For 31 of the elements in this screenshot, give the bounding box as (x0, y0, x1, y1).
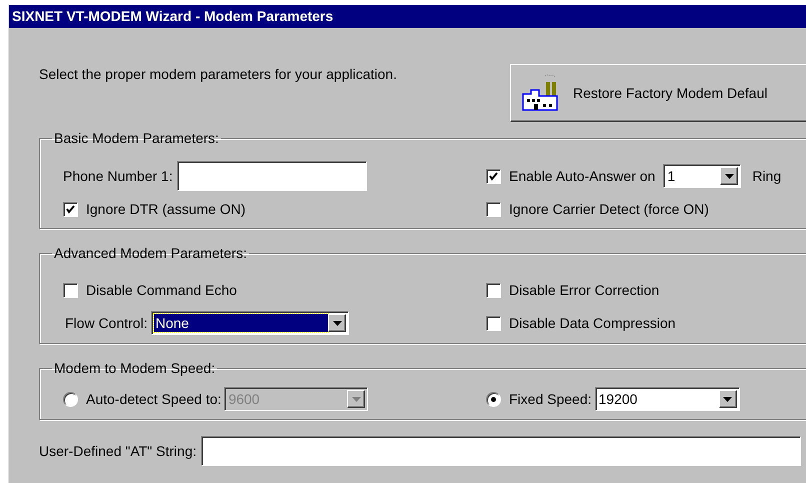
phone-number-label: Phone Number 1: (63, 166, 173, 186)
phone-number-field[interactable] (176, 161, 367, 191)
at-string-label: User-Defined "AT" String: (39, 442, 197, 461)
checkbox[interactable] (486, 316, 501, 330)
checkbox[interactable] (486, 283, 501, 298)
error-correction-label: Disable Error Correction (509, 281, 660, 300)
checkbox[interactable] (486, 202, 501, 217)
rings-dropdown[interactable]: 1 (663, 164, 742, 188)
speed-option-label: Fixed Speed: (509, 390, 592, 409)
flow-control-dropdown[interactable]: None (151, 311, 350, 335)
intro-text: Select the proper modem parameters for your application. (39, 65, 398, 84)
group-title: Basic Modem Parameters: (53, 129, 220, 148)
checkbox[interactable] (486, 168, 501, 184)
speed-option-label: Auto-detect Speed to: (86, 390, 222, 409)
group-title: Advanced Modem Parameters: (53, 244, 248, 263)
ignore-carrier-label: Ignore Carrier Detect (force ON) (509, 200, 709, 219)
flow-control-label: Flow Control: (65, 314, 148, 332)
auto-answer-label: Enable Auto-Answer on (509, 166, 656, 186)
data-compression-label: Disable Data Compression (509, 314, 676, 333)
ignore-dtr-label: Ignore DTR (assume ON) (86, 200, 246, 219)
command-echo-label: Disable Command Echo (86, 281, 237, 300)
checkbox[interactable] (63, 202, 78, 217)
window-title: SIXNET VT-MODEM Wizard - Modem Parameters (12, 7, 334, 26)
rings-label: Ring (752, 166, 782, 186)
group-title: Modem to Modem Speed: (53, 359, 216, 378)
restore-defaults-button[interactable]: Restore Factory Modem Defaul (510, 64, 806, 122)
speed-dropdown[interactable]: 19200 (594, 387, 740, 411)
checkbox[interactable] (63, 283, 78, 298)
radio-button[interactable] (486, 392, 501, 406)
at-string-field[interactable] (200, 436, 801, 466)
factory-icon (520, 74, 559, 112)
